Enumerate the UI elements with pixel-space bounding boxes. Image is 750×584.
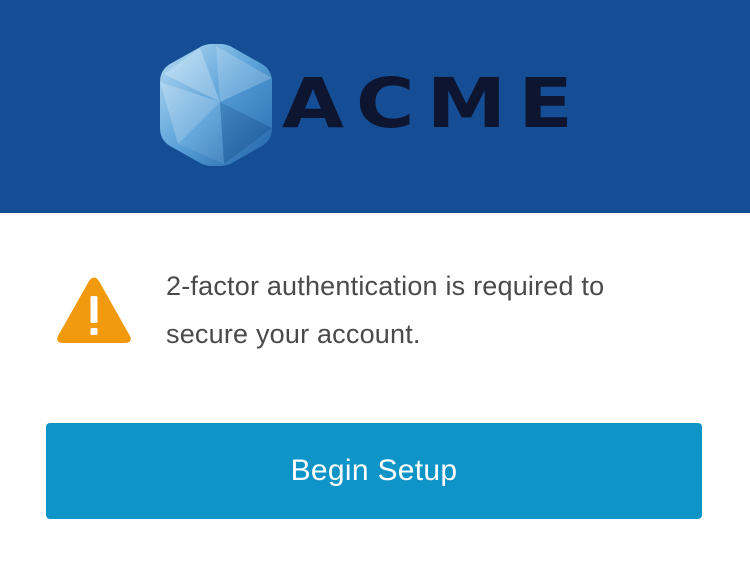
logo-wordmark: ACME bbox=[282, 63, 585, 144]
acme-logo: ACME bbox=[160, 44, 590, 166]
warning-icon bbox=[57, 277, 131, 343]
two-factor-required-message: 2-factor authentication is required to s… bbox=[166, 271, 605, 349]
hexagon-logo-icon bbox=[160, 44, 272, 166]
header-banner: ACME bbox=[0, 0, 750, 213]
begin-setup-button[interactable]: Begin Setup bbox=[46, 423, 702, 519]
